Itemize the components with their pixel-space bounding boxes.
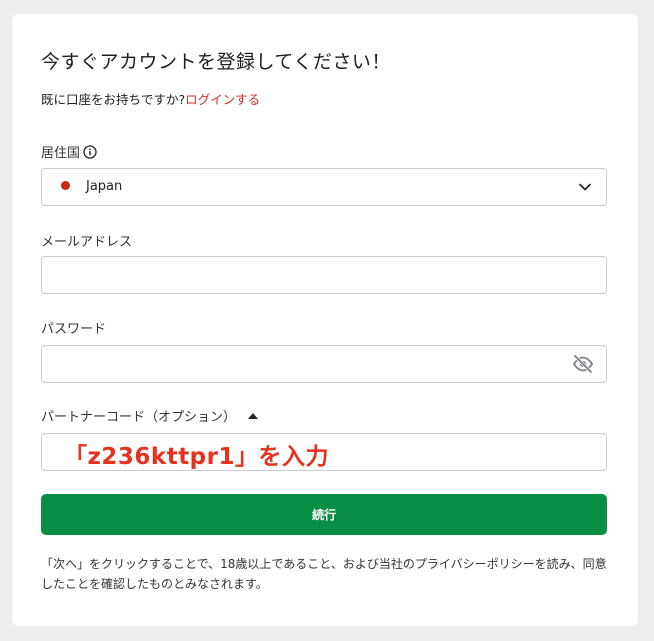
residence-value: Japan bbox=[86, 179, 123, 194]
japan-flag-icon bbox=[61, 181, 70, 190]
partner-label: パートナーコード（オプション） bbox=[41, 410, 237, 425]
disclaimer-text: 「次へ」をクリックすることで、18歳以上であること、および当社のプライバシーポリ… bbox=[41, 557, 607, 591]
email-label-row: メールアドレス bbox=[41, 231, 132, 250]
residence-select[interactable]: Japan bbox=[41, 168, 607, 206]
login-prompt: 既に口座をお持ちですか?ログインする bbox=[41, 89, 260, 108]
chevron-down-icon bbox=[579, 183, 591, 191]
email-field-wrapper bbox=[41, 256, 607, 294]
page-title: 今すぐアカウントを登録してください！ bbox=[41, 51, 391, 73]
password-field[interactable] bbox=[42, 346, 606, 382]
info-icon[interactable] bbox=[83, 144, 97, 159]
continue-button[interactable]: 続行 bbox=[41, 494, 607, 535]
login-link[interactable]: ログインする bbox=[185, 92, 260, 107]
registration-card: 今すぐアカウントを登録してください！ 既に口座をお持ちですか?ログインする 居住… bbox=[12, 14, 638, 626]
password-field-wrapper bbox=[41, 345, 607, 383]
password-label-row: パスワード bbox=[41, 318, 106, 337]
partner-label-row: パートナーコード（オプション） bbox=[41, 406, 259, 425]
login-prompt-text: 既に口座をお持ちですか? bbox=[41, 92, 186, 107]
email-field[interactable] bbox=[42, 257, 606, 293]
residence-label: 居住国 bbox=[41, 146, 81, 161]
email-label: メールアドレス bbox=[41, 235, 133, 250]
residence-label-row: 居住国 bbox=[41, 142, 97, 161]
annotation-overlay: 「z236kttpr1」を入力 bbox=[64, 444, 329, 470]
caret-up-icon[interactable] bbox=[248, 412, 259, 419]
partner-field-wrapper: 「z236kttpr1」を入力 bbox=[41, 433, 607, 471]
eye-slash-icon[interactable] bbox=[572, 354, 594, 374]
password-label: パスワード bbox=[41, 322, 107, 337]
